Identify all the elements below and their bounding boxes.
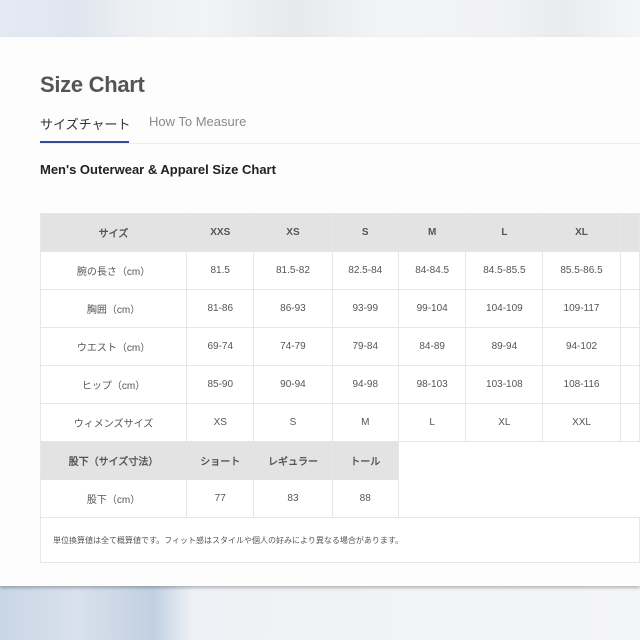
row-label: 腕の長さ（cm） (39, 251, 188, 290)
header-cell: L (465, 213, 544, 252)
header-cell: トール (331, 441, 399, 480)
table-cell: 69-74 (186, 327, 255, 366)
table-cell-overflow (619, 327, 640, 366)
table-cell: 77 (186, 479, 255, 518)
note-row: 単位換算値は全て概算値です。フィット感はスタイルや個人の好みにより異なる場合があ… (40, 517, 640, 563)
table-cell: 86-93 (253, 289, 333, 328)
row-label: ウエスト（cm） (39, 327, 188, 366)
table-cell: 89-94 (465, 327, 544, 366)
table-cell: 94-102 (542, 327, 621, 366)
background-image-bottom (0, 586, 640, 640)
table-cell: XXL (542, 403, 621, 442)
table-cell: 82.5-84 (331, 251, 399, 290)
row-label: 股下（cm） (39, 479, 188, 518)
table-cell-overflow (619, 251, 640, 290)
table-row: 胸囲（cm） 81-86 86-93 93-99 99-104 104-109 … (39, 289, 640, 328)
table-cell: 79-84 (331, 327, 399, 366)
table-cell: 85.5-86.5 (542, 251, 621, 290)
header-cell: XXS (186, 213, 255, 252)
table-cell-overflow (619, 289, 640, 328)
tab-size-chart[interactable]: サイズチャート (40, 114, 130, 143)
background-image-top (0, 0, 640, 37)
table-cell: 90-94 (253, 365, 333, 404)
page-title: Size Chart (40, 72, 145, 97)
table-row: 股下（cm） 77 83 88 (39, 479, 640, 518)
table-cell: S (253, 403, 333, 442)
inseam-header-row: 股下（サイズ寸法） ショート レギュラー トール (39, 441, 640, 480)
tab-how-to-measure[interactable]: How To Measure (149, 114, 246, 129)
table-cell: 84.5-85.5 (465, 251, 544, 290)
table-cell: 94-98 (331, 365, 399, 404)
table-cell: 84-89 (397, 327, 467, 366)
header-cell-overflow (619, 213, 640, 252)
header-cell: M (397, 213, 467, 252)
table-cell-overflow (619, 365, 640, 404)
table-cell: 74-79 (253, 327, 333, 366)
table-row: 腕の長さ（cm） 81.5 81.5-82 82.5-84 84-84.5 84… (39, 251, 640, 290)
table-cell: M (331, 403, 399, 442)
table-cell: 81.5-82 (253, 251, 333, 290)
row-label: ウィメンズサイズ (39, 403, 188, 442)
table-cell: 93-99 (331, 289, 399, 328)
table-cell: L (397, 403, 467, 442)
table-cell: 108-116 (542, 365, 621, 404)
table-cell: XS (186, 403, 255, 442)
table-cell: 81-86 (186, 289, 255, 328)
table-cell: 83 (253, 479, 333, 518)
table-cell-overflow (619, 403, 640, 442)
header-cell: 股下（サイズ寸法） (39, 441, 188, 480)
header-cell: レギュラー (253, 441, 333, 480)
tab-bar: サイズチャート How To Measure (40, 112, 640, 144)
size-chart-table: サイズ XXS XS S M L XL 腕の長さ（cm） 81.5 81.5-8… (39, 213, 640, 563)
table-cell: 88 (331, 479, 399, 518)
table-row: ウィメンズサイズ XS S M L XL XXL (39, 403, 640, 442)
table-row: ヒップ（cm） 85-90 90-94 94-98 98-103 103-108… (39, 365, 640, 404)
header-cell: XL (542, 213, 621, 252)
table-cell: 81.5 (186, 251, 255, 290)
table-cell: 84-84.5 (397, 251, 467, 290)
table-cell: 104-109 (465, 289, 544, 328)
row-label: 胸囲（cm） (39, 289, 188, 328)
empty-cell (397, 441, 640, 480)
empty-cell (397, 479, 640, 518)
table-cell: XL (465, 403, 544, 442)
header-cell: ショート (186, 441, 255, 480)
size-header-row: サイズ XXS XS S M L XL (39, 213, 640, 252)
table-cell: 103-108 (465, 365, 544, 404)
row-label: ヒップ（cm） (39, 365, 188, 404)
table-row: ウエスト（cm） 69-74 74-79 79-84 84-89 89-94 9… (39, 327, 640, 366)
section-title: Men's Outerwear & Apparel Size Chart (40, 162, 276, 177)
table-cell: 99-104 (397, 289, 467, 328)
table-cell: 98-103 (397, 365, 467, 404)
header-cell: サイズ (39, 213, 188, 252)
header-cell: S (331, 213, 399, 252)
table-cell: 109-117 (542, 289, 621, 328)
disclaimer-note: 単位換算値は全て概算値です。フィット感はスタイルや個人の好みにより異なる場合があ… (40, 517, 640, 563)
table-cell: 85-90 (186, 365, 255, 404)
header-cell: XS (253, 213, 333, 252)
